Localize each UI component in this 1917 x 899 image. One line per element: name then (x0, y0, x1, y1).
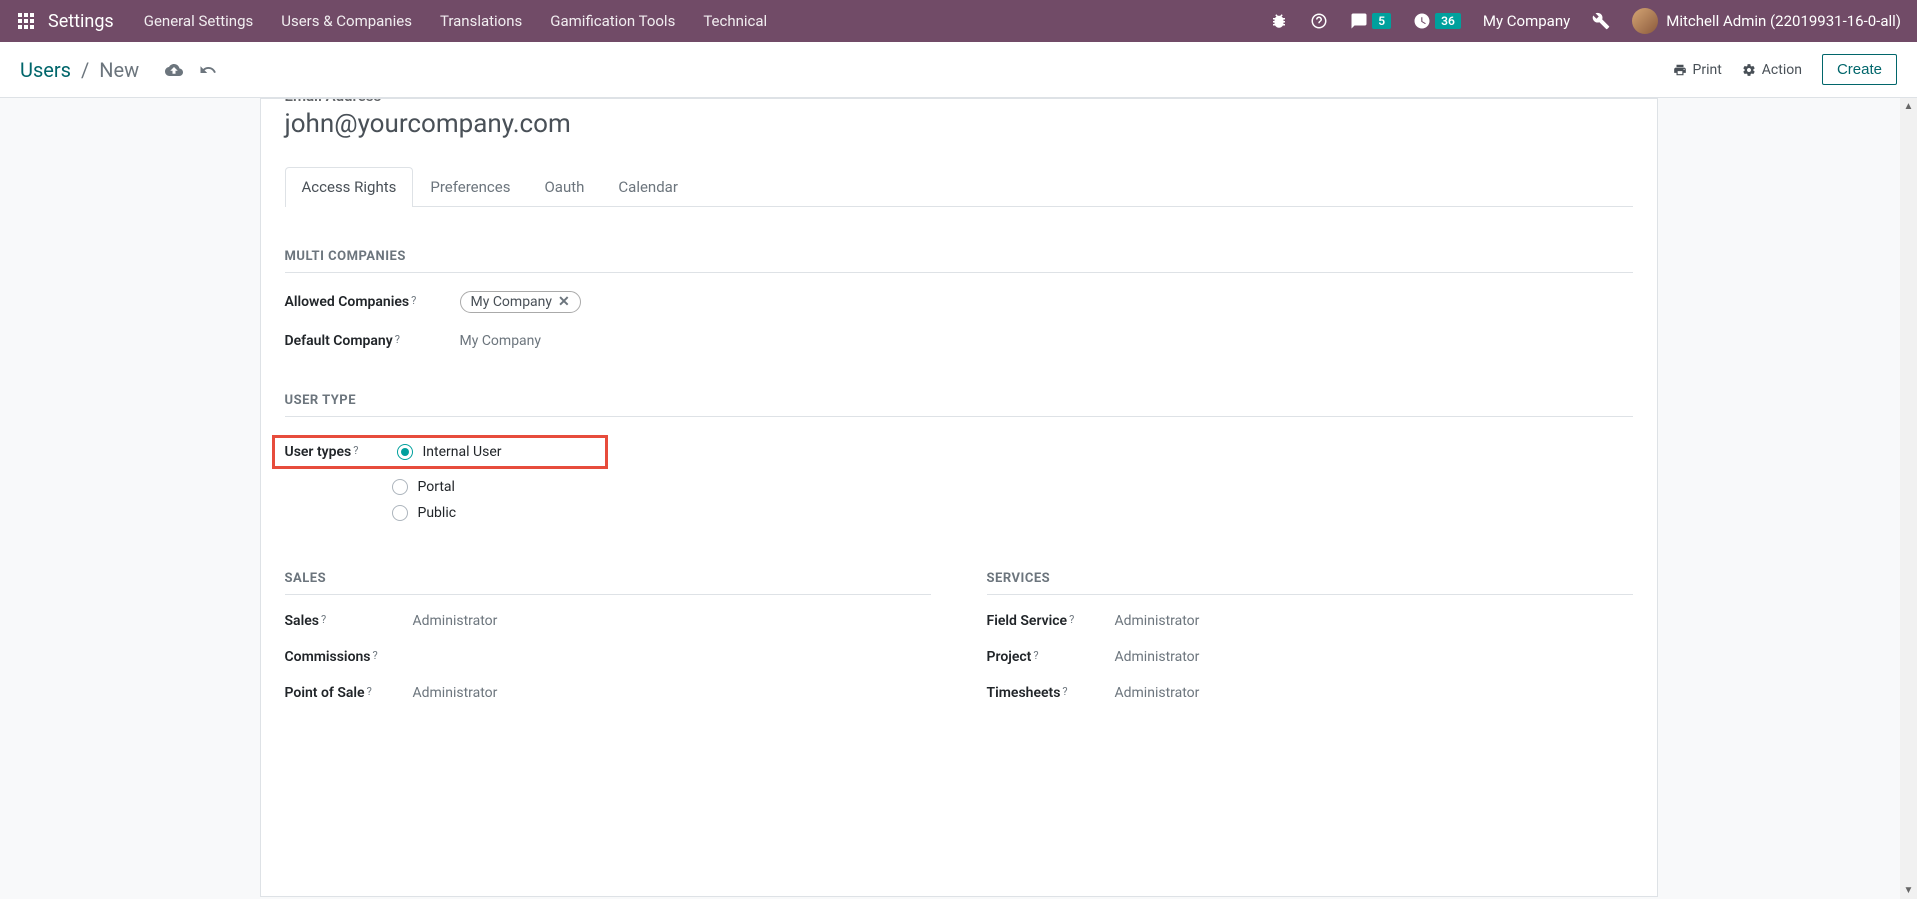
control-panel: Users / New Print Action Create (0, 42, 1917, 98)
commissions-label: Commissions? (285, 649, 413, 665)
email-input[interactable]: john@yourcompany.com (285, 109, 1633, 139)
section-multi-companies: MULTI COMPANIES (285, 249, 1633, 273)
company-tag-label: My Company (471, 294, 553, 310)
bug-icon[interactable] (1262, 4, 1296, 38)
sales-field[interactable]: Administrator (413, 613, 498, 629)
discard-icon[interactable] (199, 61, 217, 79)
top-navbar: Settings General Settings Users & Compan… (0, 0, 1917, 42)
navbar-menu: General Settings Users & Companies Trans… (130, 2, 781, 40)
section-sales: SALES (285, 571, 931, 595)
project-field[interactable]: Administrator (1115, 649, 1200, 665)
company-tag: My Company ✕ (460, 291, 581, 313)
menu-general-settings[interactable]: General Settings (130, 2, 268, 40)
main-content: Email Address john@yourcompany.com Acces… (0, 98, 1917, 897)
breadcrumb-root[interactable]: Users (20, 58, 71, 82)
radio-internal-user[interactable]: Internal User (397, 444, 502, 460)
timesheets-label: Timesheets? (987, 685, 1115, 701)
tabs: Access Rights Preferences Oauth Calendar (285, 167, 1633, 207)
menu-translations[interactable]: Translations (426, 2, 536, 40)
menu-gamification-tools[interactable]: Gamification Tools (536, 2, 689, 40)
action-label: Action (1762, 62, 1802, 78)
menu-technical[interactable]: Technical (689, 2, 781, 40)
cloud-save-icon[interactable] (165, 61, 183, 79)
tab-preferences[interactable]: Preferences (413, 167, 527, 206)
user-name: Mitchell Admin (22019931-16-0-all) (1666, 12, 1901, 30)
radio-icon (392, 479, 408, 495)
company-name: My Company (1483, 12, 1570, 30)
field-service-label: Field Service? (987, 613, 1115, 629)
scroll-down-icon[interactable]: ▼ (1900, 882, 1917, 899)
avatar (1632, 8, 1658, 34)
gear-icon (1742, 63, 1756, 77)
action-button[interactable]: Action (1742, 62, 1802, 78)
form-sheet: Email Address john@yourcompany.com Acces… (260, 98, 1658, 897)
messages-icon[interactable]: 5 (1342, 4, 1399, 38)
tools-icon[interactable] (1584, 4, 1618, 38)
pos-field[interactable]: Administrator (413, 685, 498, 701)
timesheets-field[interactable]: Administrator (1115, 685, 1200, 701)
default-company-field[interactable]: My Company (460, 333, 542, 349)
breadcrumb-sep: / (81, 58, 89, 82)
allowed-companies-field[interactable]: My Company ✕ (460, 291, 581, 313)
default-company-label: Default Company? (285, 333, 460, 349)
navbar-title[interactable]: Settings (44, 11, 130, 32)
print-label: Print (1693, 62, 1722, 78)
tab-oauth[interactable]: Oauth (527, 167, 601, 206)
scrollbar[interactable]: ▲ ▼ (1900, 98, 1917, 899)
create-button[interactable]: Create (1822, 54, 1897, 85)
menu-users-companies[interactable]: Users & Companies (267, 2, 426, 40)
section-services: SERVICES (987, 571, 1633, 595)
allowed-companies-label: Allowed Companies? (285, 294, 460, 310)
print-button[interactable]: Print (1673, 62, 1722, 78)
tab-calendar[interactable]: Calendar (601, 167, 695, 206)
field-service-field[interactable]: Administrator (1115, 613, 1200, 629)
section-user-type: USER TYPE (285, 393, 1633, 417)
email-label: Email Address (285, 98, 1633, 105)
breadcrumb: Users / New (20, 58, 217, 82)
radio-icon (397, 444, 413, 460)
radio-portal[interactable]: Portal (392, 479, 1633, 495)
company-selector[interactable]: My Company (1475, 4, 1578, 38)
apps-icon[interactable] (8, 3, 44, 39)
support-icon[interactable] (1302, 4, 1336, 38)
pos-label: Point of Sale? (285, 685, 413, 701)
radio-icon (392, 505, 408, 521)
breadcrumb-current: New (99, 58, 139, 82)
radio-public[interactable]: Public (392, 505, 1633, 521)
user-menu[interactable]: Mitchell Admin (22019931-16-0-all) (1624, 8, 1909, 34)
messages-badge: 5 (1372, 13, 1391, 29)
highlight-user-types: User types? Internal User (272, 435, 608, 469)
scroll-up-icon[interactable]: ▲ (1900, 98, 1917, 115)
activities-badge: 36 (1435, 13, 1461, 29)
user-types-label: User types? (285, 444, 397, 460)
activities-icon[interactable]: 36 (1405, 4, 1469, 38)
project-label: Project? (987, 649, 1115, 665)
tag-remove-icon[interactable]: ✕ (558, 294, 570, 310)
tab-access-rights[interactable]: Access Rights (285, 167, 414, 207)
sales-label: Sales? (285, 613, 413, 629)
print-icon (1673, 63, 1687, 77)
